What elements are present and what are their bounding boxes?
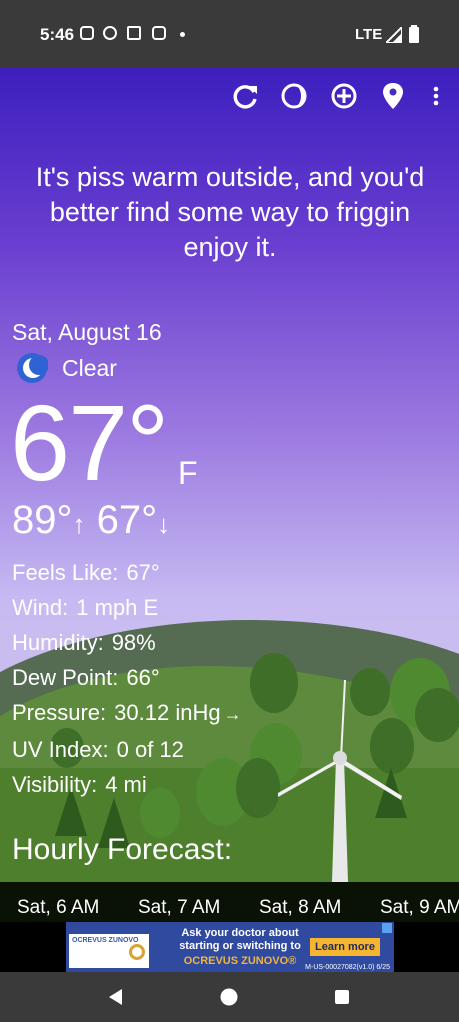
home-icon[interactable]: [220, 988, 238, 1006]
ad-choices-icon[interactable]: [382, 923, 392, 933]
low-temperature: 67°: [96, 498, 158, 542]
detail-wind: Wind: 1 mph E: [12, 595, 159, 620]
current-date: Sat, August 16: [12, 319, 162, 345]
ad-logo-mark: [129, 944, 145, 960]
temperature-unit: F: [178, 455, 198, 491]
current-condition: Clear: [62, 355, 117, 381]
location-pin-icon[interactable]: [381, 82, 405, 110]
back-icon[interactable]: [108, 989, 124, 1005]
network-type: LTE: [355, 26, 383, 43]
add-location-icon[interactable]: [330, 82, 358, 110]
detail-humidity: Humidity: 98%: [12, 630, 156, 655]
status-time: 5:46: [40, 25, 75, 44]
hourly-forecast-title: Hourly Forecast:: [12, 833, 233, 866]
ad-code: M-US-00027082(v1.0) 6/25: [305, 964, 390, 971]
high-temperature: 89°: [12, 498, 73, 542]
ad-logo: OCREVUS ZUNOVO: [69, 934, 149, 968]
hourly-item[interactable]: Sat, 7 AM: [138, 897, 220, 919]
up-arrow-icon: ↑: [72, 509, 86, 539]
hourly-forecast-strip[interactable]: Sat, 6 AM Sat, 7 AM Sat, 8 AM Sat, 9 AM: [0, 882, 459, 922]
gmail-icon: [127, 26, 141, 40]
instagram-icon: [152, 26, 166, 40]
refresh-icon[interactable]: [232, 82, 260, 110]
alarm-icon: [103, 26, 117, 40]
signal-icon: [386, 27, 402, 43]
detail-feels-like: Feels Like: 67°: [12, 560, 160, 585]
current-temperature: 67°: [10, 382, 169, 503]
ad-headline: Ask your doctor about starting or switch…: [179, 927, 301, 952]
ad-area: OCREVUS ZUNOVO Ask your doctor about sta…: [0, 922, 459, 972]
toolbar: [0, 82, 459, 114]
more-notifications-icon: [180, 32, 185, 37]
detail-dew-point: Dew Point: 66°: [12, 665, 160, 690]
ad-product: OCREVUS ZUNOVO®: [183, 955, 297, 967]
detail-uv-index: UV Index: 0 of 12: [12, 737, 184, 762]
navigation-bar: [0, 972, 459, 1022]
hourly-item[interactable]: Sat, 8 AM: [259, 897, 341, 919]
theme-icon[interactable]: [280, 82, 308, 110]
ad-banner[interactable]: OCREVUS ZUNOVO Ask your doctor about sta…: [66, 922, 394, 972]
weather-headline: It's piss warm outside, and you'd better…: [35, 162, 425, 262]
weather-app: 5:46 LTE It's piss warm outside, and you…: [0, 0, 459, 1022]
battery-icon: [409, 25, 419, 43]
status-bar: 5:46 LTE: [0, 0, 459, 68]
hourly-item[interactable]: Sat, 6 AM: [17, 897, 99, 919]
arrow-right-icon: →: [223, 704, 242, 724]
high-low: 89°↑ 67°↓: [12, 498, 170, 543]
recents-icon[interactable]: [335, 990, 349, 1004]
more-vert-icon[interactable]: [431, 82, 441, 110]
detail-pressure: Pressure: 30.12 inHg →: [12, 700, 242, 725]
weather-details: Feels Like: 67° Wind: 1 mph E Humidity: 98%…: [12, 555, 242, 802]
learn-more-button[interactable]: Learn more: [310, 938, 380, 956]
moon-icon: [17, 353, 48, 383]
detail-visibility: Visibility: 4 mi: [12, 772, 147, 797]
instagram-icon: [80, 26, 94, 40]
hourly-item[interactable]: Sat, 9 AM: [380, 897, 459, 919]
down-arrow-icon: ↓: [157, 509, 171, 539]
